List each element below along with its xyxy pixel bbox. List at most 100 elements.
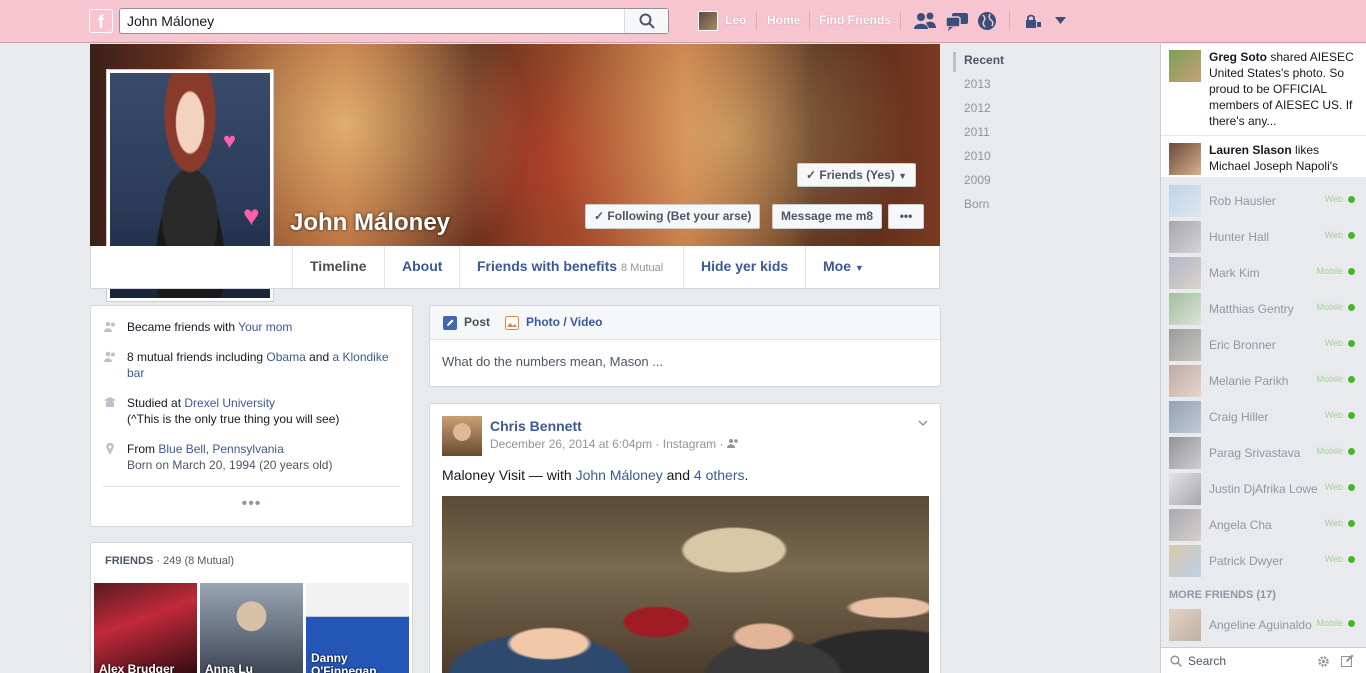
ticker-item[interactable]: Lauren Slason likes Michael Joseph Napol… (1209, 142, 1359, 174)
year-recent[interactable]: Recent (964, 53, 1004, 67)
composer-post-tab[interactable]: Post (464, 315, 490, 329)
chat-search-bar[interactable]: Search (1161, 647, 1366, 673)
friend-tile[interactable]: Danny O'Finnegan (306, 583, 409, 673)
timeline-post: Chris Bennett December 26, 2014 at 6:04p… (429, 403, 941, 673)
chat-contact[interactable]: Angela Cha Web (1161, 507, 1366, 543)
tab-photos[interactable]: Hide yer kids (683, 246, 805, 288)
year-2011[interactable]: 2011 (964, 125, 990, 139)
user-avatar[interactable] (698, 11, 718, 31)
tab-label: Friends with benefits (477, 258, 618, 274)
tab-label: Moe (823, 258, 851, 274)
chat-status: Mobile (1316, 374, 1355, 384)
chat-sidebar: Greg Soto shared AIESEC United States's … (1160, 44, 1366, 673)
chat-contact[interactable]: Eric Bronner Web (1161, 327, 1366, 363)
tab-about[interactable]: About (384, 246, 459, 288)
post-timestamp: December 26, 2014 at 6:04pm · Instagram … (490, 437, 739, 451)
search-input[interactable] (120, 9, 620, 33)
chat-contact[interactable]: Angeline Aguinaldo Mobile (1161, 607, 1366, 643)
chat-contact[interactable]: Patrick Dwyer Web (1161, 543, 1366, 579)
friend-tile[interactable]: Alex Brudger (94, 583, 197, 673)
search-button[interactable] (624, 9, 668, 33)
chat-status-label: Mobile (1316, 266, 1343, 276)
ticker-avatar[interactable] (1169, 143, 1201, 175)
post-author-name[interactable]: Chris Bennett (490, 418, 582, 434)
year-2010[interactable]: 2010 (964, 149, 991, 163)
intro-link[interactable]: Drexel University (184, 396, 275, 410)
nav-home-link[interactable]: Home (767, 13, 800, 27)
friends-status-button[interactable]: ✓ Friends (Yes) ▼ (797, 163, 917, 187)
chat-status-label: Mobile (1316, 374, 1343, 384)
composer-input[interactable]: What do the numbers mean, Mason ... (442, 354, 663, 369)
post-photo[interactable] (442, 496, 929, 673)
post-author-avatar[interactable] (442, 416, 482, 456)
following-button[interactable]: ✓ Following (Bet your arse) (585, 204, 761, 229)
notifications-globe-icon[interactable] (977, 11, 997, 31)
chat-contact-name: Mark Kim (1209, 266, 1260, 280)
chat-contact[interactable]: Craig Hiller Web (1161, 399, 1366, 435)
privacy-lock-icon[interactable] (1024, 14, 1042, 29)
facebook-logo[interactable]: f (89, 9, 113, 33)
chat-avatar (1169, 293, 1201, 325)
friends-card: FRIENDS · 249 (8 Mutual) Alex Brudger An… (90, 542, 413, 673)
tab-more[interactable]: Moe ▼ (805, 246, 881, 288)
year-2012[interactable]: 2012 (964, 101, 991, 115)
post-tag-link[interactable]: 4 others (694, 467, 745, 483)
composer-photo-tab[interactable]: Photo / Video (526, 315, 602, 329)
intro-birthday: Born on March 20, 1994 (20 years old) (127, 458, 333, 472)
post-options-chevron-icon[interactable] (918, 420, 928, 427)
tab-timeline[interactable]: Timeline (292, 246, 384, 288)
nav-divider (756, 12, 757, 30)
chat-status-label: Web (1324, 554, 1343, 564)
intro-link[interactable]: Blue Bell, Pennsylvania (158, 442, 283, 456)
friends-header[interactable]: FRIENDS · 249 (8 Mutual) (105, 555, 234, 567)
intro-link[interactable]: Your mom (238, 320, 292, 334)
chat-contact[interactable]: Melanie Parikh Mobile (1161, 363, 1366, 399)
chat-status-label: Mobile (1316, 618, 1343, 628)
chat-status: Web (1325, 482, 1355, 492)
chat-contact-name: Matthias Gentry (1209, 302, 1294, 316)
friend-requests-icon[interactable] (913, 11, 937, 31)
intro-education: Studied at Drexel University (^This is th… (127, 395, 339, 427)
chat-status: Mobile (1316, 446, 1355, 456)
chat-avatar (1169, 609, 1201, 641)
ticker-avatar[interactable] (1169, 50, 1201, 82)
online-dot-icon (1348, 232, 1355, 240)
chat-avatar (1169, 437, 1201, 469)
ticker-item[interactable]: Greg Soto shared AIESEC United States's … (1209, 49, 1359, 129)
chat-contact[interactable]: Justin DjAfrika Lowe Web (1161, 471, 1366, 507)
tab-friends[interactable]: Friends with benefits 8 Mutual (459, 246, 680, 288)
online-dot-icon (1348, 520, 1355, 528)
message-button[interactable]: Message me m8 (772, 204, 883, 229)
profile-name[interactable]: John Máloney (290, 209, 450, 237)
nav-user-name[interactable]: Leo (725, 13, 746, 27)
friend-tile[interactable]: Anna Lu (200, 583, 303, 673)
chat-contact[interactable]: Matthias Gentry Mobile (1161, 291, 1366, 327)
year-2013[interactable]: 2013 (964, 77, 991, 91)
chat-status: Web (1325, 554, 1355, 564)
post-tag-link[interactable]: John Máloney (576, 467, 663, 483)
chat-status: Web (1325, 338, 1355, 348)
gear-icon[interactable] (1317, 655, 1330, 668)
search-bar (119, 8, 669, 34)
chat-contact[interactable]: Hunter Hall Web (1161, 219, 1366, 255)
year-2009[interactable]: 2009 (964, 173, 991, 187)
chat-contact[interactable]: Mark Kim Mobile (1161, 255, 1366, 291)
messages-icon[interactable] (945, 11, 969, 31)
chat-status-label: Web (1324, 230, 1343, 240)
intro-more-button[interactable]: ••• (91, 495, 412, 513)
post-meta-text: December 26, 2014 at 6:04pm · Instagram … (490, 437, 724, 451)
year-born[interactable]: Born (964, 197, 989, 211)
nav-find-friends-link[interactable]: Find Friends (819, 13, 891, 27)
intro-link[interactable]: Obama (266, 350, 305, 364)
chat-contact-name: Parag Srivastava (1209, 446, 1301, 460)
chat-contact[interactable]: Parag Srivastava Mobile (1161, 435, 1366, 471)
online-dot-icon (1348, 196, 1355, 204)
more-options-button[interactable]: ••• (888, 204, 924, 229)
chat-contact-name: Angela Cha (1209, 518, 1272, 532)
compose-message-icon[interactable] (1341, 654, 1354, 667)
post-text-part: . (744, 467, 749, 483)
online-dot-icon (1348, 340, 1355, 348)
account-dropdown-icon[interactable] (1055, 17, 1066, 24)
chat-contact[interactable]: Rob Hausler Web (1161, 183, 1366, 219)
ticker-name: Greg Soto (1209, 50, 1268, 64)
